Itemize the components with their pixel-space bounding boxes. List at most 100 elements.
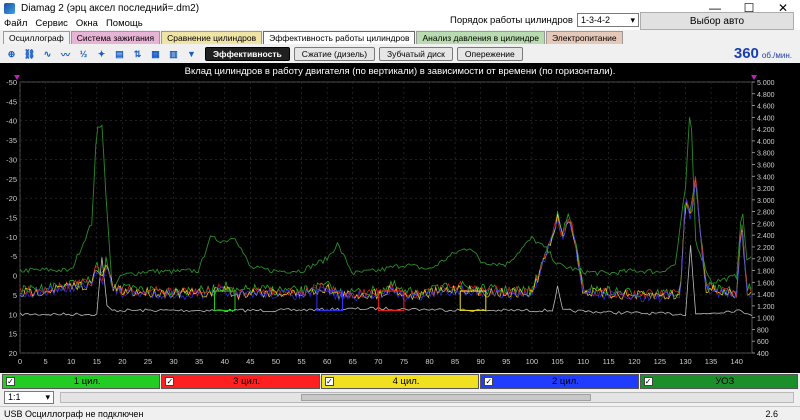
y-right-tick-label: 2.600: [757, 221, 775, 228]
x-tick-label: 45: [246, 357, 254, 366]
subtab-advance[interactable]: Опережение: [456, 47, 523, 61]
y-right-tick-label: 3.600: [757, 162, 775, 169]
select-auto-button[interactable]: Выбор авто: [640, 12, 794, 30]
tool-scale-icon[interactable]: ½: [75, 47, 92, 62]
tab-cylinder-compare[interactable]: Сравнение цилиндров: [161, 31, 263, 44]
tab-power[interactable]: Электропитание: [545, 31, 623, 44]
x-tick-label: 125: [654, 357, 667, 366]
horizontal-scrollbar[interactable]: [60, 391, 794, 403]
tool-wave-icon[interactable]: 〰: [57, 47, 74, 62]
x-tick-label: 100: [526, 357, 539, 366]
y-right-tick-label: 4.400: [757, 115, 775, 122]
x-tick-label: 120: [628, 357, 641, 366]
y-right-tick-label: 3.000: [757, 198, 775, 205]
y-right-tick-label: 2.200: [757, 245, 775, 252]
subtab-gear-disc[interactable]: Зубчатый диск: [379, 47, 453, 61]
rpm-readout: 360 об./мин.: [734, 45, 792, 62]
checkbox-icon[interactable]: ✓: [324, 377, 334, 386]
x-tick-label: 55: [297, 357, 305, 366]
x-tick-label: 130: [679, 357, 692, 366]
tool-bars-icon[interactable]: ▥: [165, 47, 182, 62]
legend-cyl-4[interactable]: ✓ 4 цил.: [320, 374, 480, 389]
y-right-tick-label: 4.600: [757, 104, 775, 111]
menu-windows[interactable]: Окна: [72, 18, 102, 29]
y-right-tick-label: 1.200: [757, 304, 775, 311]
legend-label: 4 цил.: [392, 376, 420, 387]
tab-pressure-analysis[interactable]: Анализ давления в цилиндре: [416, 31, 545, 44]
y-left-tick-label: 0: [13, 272, 17, 281]
status-bar: USB Осциллограф не подключен 2.6: [0, 406, 800, 420]
checkbox-icon[interactable]: ✓: [484, 377, 494, 386]
tool-pointer-icon[interactable]: ⊕: [3, 47, 20, 62]
bottom-bar: 1:1 ▾: [0, 390, 800, 404]
y-left-tick-label: -45: [6, 97, 17, 106]
tab-oscilloscope[interactable]: Осциллограф: [3, 31, 70, 44]
tool-sort-icon[interactable]: ⇅: [129, 47, 146, 62]
tool-chart-icon[interactable]: ▦: [147, 47, 164, 62]
window-title: Diamag 2 (эрц аксел последний=.dm2): [21, 2, 200, 14]
x-tick-label: 25: [144, 357, 152, 366]
x-tick-label: 80: [425, 357, 433, 366]
x-tick-label: 110: [577, 357, 589, 366]
tool-stack-icon[interactable]: ▤: [111, 47, 128, 62]
legend-label: 3 цил.: [233, 376, 261, 387]
checkbox-icon[interactable]: ✓: [6, 377, 15, 386]
menu-file[interactable]: Файл: [0, 18, 31, 29]
x-tick-label: 50: [272, 357, 280, 366]
y-right-tick-label: 2.800: [757, 210, 775, 217]
x-tick-label: 10: [67, 357, 75, 366]
y-right-tick-label: 400: [757, 351, 769, 358]
chevron-down-icon: ▾: [45, 391, 50, 402]
status-text: USB Осциллограф не подключен: [4, 408, 144, 419]
legend-cyl-2[interactable]: ✓ 2 цил.: [480, 374, 639, 389]
y-left-tick-label: -50: [6, 78, 17, 87]
tool-sparkle-icon[interactable]: ✦: [93, 47, 110, 62]
menu-service[interactable]: Сервис: [31, 18, 72, 29]
y-right-tick-label: 5.000: [757, 80, 775, 87]
checkbox-icon[interactable]: ✓: [643, 377, 653, 386]
zoom-select[interactable]: 1:1 ▾: [4, 390, 54, 404]
x-tick-label: 85: [451, 357, 459, 366]
x-tick-label: 65: [349, 357, 357, 366]
subtab-compression[interactable]: Сжатие (дизель): [293, 47, 376, 61]
chart-title: Вклад цилиндров в работу двигателя (по в…: [185, 66, 616, 77]
y-right-tick-label: 3.400: [757, 174, 775, 181]
y-right-tick-label: 4.800: [757, 92, 775, 99]
y-right-tick-label: 2.000: [757, 257, 775, 264]
tool-graph-icon[interactable]: ∿: [39, 47, 56, 62]
x-tick-label: 40: [221, 357, 229, 366]
legend-cyl-3[interactable]: ✓ 3 цил.: [161, 374, 320, 389]
x-tick-label: 140: [730, 357, 743, 366]
x-tick-label: 75: [400, 357, 408, 366]
firing-order-group: Порядок работы цилиндров 1-3-4-2▾ 1⇕: [450, 13, 663, 27]
tab-ignition[interactable]: Система зажигания: [70, 31, 161, 44]
y-right-tick-label: 1.000: [757, 316, 775, 323]
tool-funnel-icon[interactable]: ▼: [183, 47, 200, 62]
checkbox-icon[interactable]: ✓: [165, 377, 175, 386]
y-left-tick-label: 15: [9, 330, 17, 339]
legend-cyl-1[interactable]: ✓ 1 цил.: [2, 374, 161, 389]
tool-link-icon[interactable]: ⛓: [21, 47, 38, 62]
version: 2.6: [765, 408, 778, 419]
legend-uoz[interactable]: ✓ УОЗ: [639, 374, 799, 389]
y-right-tick-label: 4.200: [757, 127, 775, 134]
tab-cylinder-efficiency[interactable]: Эффективность работы цилиндров: [263, 31, 416, 44]
y-left-tick-label: -35: [6, 136, 17, 145]
x-tick-label: 15: [93, 357, 101, 366]
x-tick-label: 30: [169, 357, 177, 366]
y-right-tick-label: 4.000: [757, 139, 775, 146]
firing-order-select[interactable]: 1-3-4-2 ▾: [576, 13, 639, 27]
subtab-efficiency[interactable]: Эффективность: [205, 47, 290, 61]
x-tick-label: 35: [195, 357, 203, 366]
y-right-tick-label: 1.400: [757, 292, 775, 299]
y-right-tick-label: 3.800: [757, 151, 775, 158]
efficiency-chart[interactable]: Вклад цилиндров в работу двигателя (по в…: [0, 63, 800, 373]
app-icon: [4, 2, 15, 14]
menu-help[interactable]: Помощь: [102, 18, 147, 29]
x-tick-label: 135: [705, 357, 718, 366]
x-tick-label: 90: [477, 357, 485, 366]
scroll-thumb[interactable]: [301, 393, 591, 401]
legend-label: 2 цил.: [551, 376, 579, 387]
x-tick-label: 70: [374, 357, 382, 366]
rpm-value: 360: [733, 45, 759, 62]
